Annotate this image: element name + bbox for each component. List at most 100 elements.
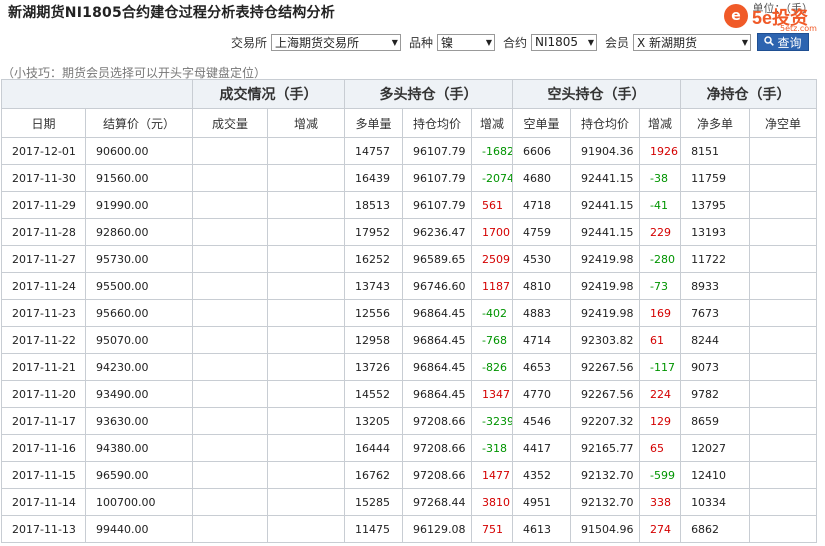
cell-long-change: -826 <box>470 353 514 381</box>
col-header-volume[interactable]: 成交量 <box>192 108 268 138</box>
cell-short-change: 1926 <box>639 137 682 165</box>
cell-short: 4653 <box>512 353 572 381</box>
table-row: 2017-11-20 93490.00 14552 96864.45 1347 4770 9… <box>1 380 818 408</box>
col-header-long[interactable]: 多单量 <box>344 108 403 138</box>
cell-short: 4810 <box>512 272 572 300</box>
site-logo[interactable]: e 5e投资 5etz.com <box>718 2 824 33</box>
col-header-net-short[interactable]: 净空单 <box>749 108 818 138</box>
cell-long-avg: 96746.60 <box>402 272 472 300</box>
query-button[interactable]: 查询 <box>757 33 809 51</box>
col-header-date[interactable]: 日期 <box>1 108 86 138</box>
table-row: 2017-11-15 96590.00 16762 97208.66 1477 4352 9… <box>1 461 818 489</box>
col-header-volume-change[interactable]: 增减 <box>267 108 345 138</box>
cell-net-long: 9782 <box>680 380 751 408</box>
cell-long: 18513 <box>344 191 403 219</box>
cell-long: 16444 <box>344 434 403 462</box>
col-header-net-long[interactable]: 净多单 <box>680 108 751 138</box>
cell-long: 13205 <box>344 407 403 435</box>
table-column-header: 日期 结算价（元） 成交量 增减 多单量 持仓均价 增减 空单量 持仓均价 增减… <box>1 108 818 138</box>
cell-short-change: 129 <box>639 407 682 435</box>
exchange-select[interactable]: 上海期货交易所 ▼ <box>270 33 401 51</box>
cell-short-avg: 92207.32 <box>570 407 641 435</box>
cell-long-avg: 97208.66 <box>402 461 472 489</box>
cell-long: 16252 <box>344 245 403 273</box>
table-row: 2017-11-13 99440.00 11475 96129.08 751 4613 91… <box>1 515 818 543</box>
col-header-short[interactable]: 空单量 <box>512 108 572 138</box>
cell-net-long: 9073 <box>680 353 751 381</box>
cell-short: 4718 <box>512 191 572 219</box>
cell-settle: 96590.00 <box>85 461 193 489</box>
cell-short-avg: 91504.96 <box>570 515 641 543</box>
cell-date: 2017-11-13 <box>1 515 86 543</box>
cell-long-avg: 96589.65 <box>402 245 472 273</box>
cell-date: 2017-11-30 <box>1 164 86 192</box>
cell-long: 11475 <box>344 515 403 543</box>
cell-date: 2017-11-23 <box>1 299 86 327</box>
col-header-long-change[interactable]: 增减 <box>470 108 514 138</box>
cell-net-long: 13193 <box>680 218 751 246</box>
cell-net-short <box>749 407 818 435</box>
cell-long-change: 3810 <box>470 488 514 516</box>
cell-long-change: -402 <box>470 299 514 327</box>
cell-long-change: -768 <box>470 326 514 354</box>
cell-short-avg: 92419.98 <box>570 245 641 273</box>
cell-settle: 92860.00 <box>85 218 193 246</box>
cell-long-change: -2074 <box>470 164 514 192</box>
cell-long: 16439 <box>344 164 403 192</box>
cell-net-short <box>749 488 818 516</box>
cell-date: 2017-11-14 <box>1 488 86 516</box>
exchange-select-value: 上海期货交易所 <box>274 35 359 50</box>
cell-net-long: 8244 <box>680 326 751 354</box>
cell-volume <box>192 515 268 543</box>
member-select[interactable]: X 新湖期货 ▼ <box>633 33 751 51</box>
cell-long-avg: 96107.79 <box>402 137 472 165</box>
cell-long-change: 1187 <box>470 272 514 300</box>
cell-short: 4530 <box>512 245 572 273</box>
cell-short-change: -117 <box>639 353 682 381</box>
cell-volume <box>192 488 268 516</box>
cell-long-avg: 96107.79 <box>402 191 472 219</box>
col-header-settle[interactable]: 结算价（元） <box>85 108 193 138</box>
table-row: 2017-11-27 95730.00 16252 96589.65 2509 4530 9… <box>1 245 818 273</box>
cell-volume <box>192 272 268 300</box>
cell-short-change: 229 <box>639 218 682 246</box>
cell-short: 4951 <box>512 488 572 516</box>
chevron-down-icon: ▼ <box>391 37 398 47</box>
cell-net-long: 10334 <box>680 488 751 516</box>
variety-label: 品种 <box>408 35 433 50</box>
cell-volume-change <box>267 434 345 462</box>
cell-net-short <box>749 272 818 300</box>
query-button-label: 查询 <box>777 35 802 50</box>
cell-long-avg: 96864.45 <box>402 380 472 408</box>
cell-settle: 91990.00 <box>85 191 193 219</box>
contract-label: 合约 <box>502 35 527 50</box>
cell-date: 2017-11-20 <box>1 380 86 408</box>
cell-net-short <box>749 515 818 543</box>
group-header-volume: 成交情况（手） <box>192 79 345 109</box>
table-row: 2017-11-22 95070.00 12958 96864.45 -768 4714 9… <box>1 326 818 354</box>
cell-settle: 95500.00 <box>85 272 193 300</box>
cell-short-change: 338 <box>639 488 682 516</box>
cell-net-short <box>749 380 818 408</box>
cell-volume <box>192 434 268 462</box>
col-header-short-avg[interactable]: 持仓均价 <box>570 108 641 138</box>
col-header-short-change[interactable]: 增减 <box>639 108 682 138</box>
cell-short: 4352 <box>512 461 572 489</box>
cell-long-avg: 96236.47 <box>402 218 472 246</box>
cell-short-change: 61 <box>639 326 682 354</box>
cell-net-long: 8659 <box>680 407 751 435</box>
cell-volume-change <box>267 326 345 354</box>
cell-net-short <box>749 245 818 273</box>
cell-short-change: -280 <box>639 245 682 273</box>
cell-short: 6606 <box>512 137 572 165</box>
cell-short-avg: 92419.98 <box>570 272 641 300</box>
table-row: 2017-11-21 94230.00 13726 96864.45 -826 4653 9… <box>1 353 818 381</box>
cell-volume-change <box>267 245 345 273</box>
cell-volume <box>192 137 268 165</box>
col-header-long-avg[interactable]: 持仓均价 <box>402 108 472 138</box>
table-row: 2017-11-24 95500.00 13743 96746.60 1187 4810 9… <box>1 272 818 300</box>
contract-select[interactable]: NI1805 ▼ <box>530 33 597 51</box>
cell-long-avg: 96864.45 <box>402 326 472 354</box>
variety-select[interactable]: 镍 ▼ <box>436 33 495 51</box>
cell-net-short <box>749 137 818 165</box>
